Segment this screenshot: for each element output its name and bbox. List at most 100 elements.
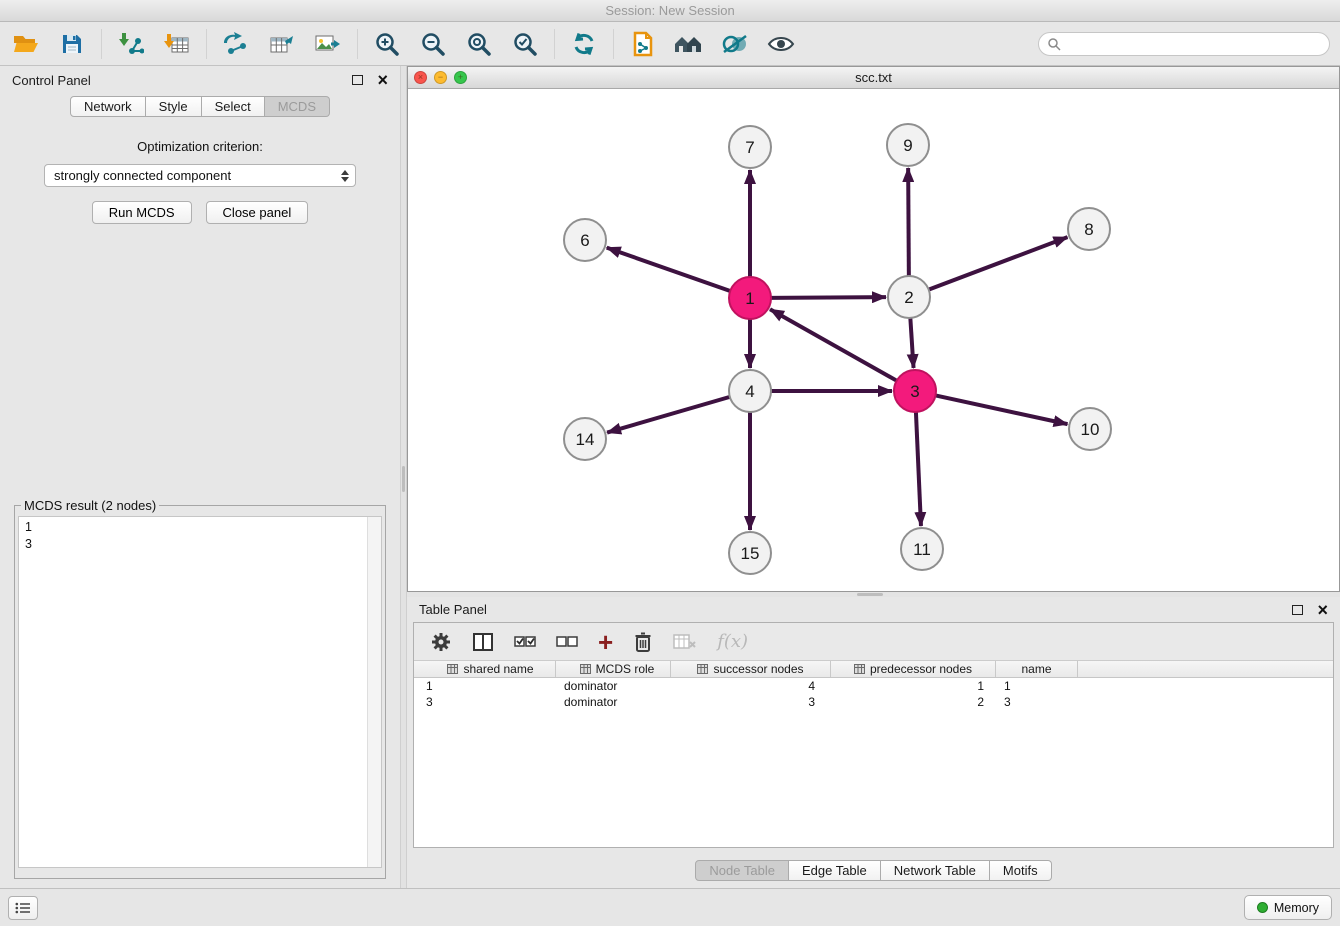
zoom-in-button[interactable]: [371, 27, 403, 61]
network-canvas[interactable]: 7 9 6 8 1 2 4 3 14 10 15 11: [408, 89, 1339, 591]
graph-node-4[interactable]: 4: [729, 370, 771, 412]
column-header-predecessor-nodes[interactable]: predecessor nodes: [831, 661, 996, 677]
graph-node-8[interactable]: 8: [1068, 208, 1110, 250]
column-icon: [854, 664, 865, 674]
tab-network[interactable]: Network: [70, 96, 146, 117]
graph-edge-3-10[interactable]: [936, 395, 1068, 424]
table-cell-shared_name[interactable]: 1: [414, 678, 556, 694]
graph-edge-3-11[interactable]: [916, 412, 921, 526]
select-all-columns-button[interactable]: [514, 628, 536, 656]
save-session-button[interactable]: [56, 27, 88, 61]
import-network-button[interactable]: [115, 27, 147, 61]
table-panel-close-button[interactable]: ×: [1317, 603, 1328, 617]
graph-edge-2-8[interactable]: [929, 237, 1068, 289]
column-header-name[interactable]: name: [996, 661, 1078, 677]
graph-node-10[interactable]: 10: [1069, 408, 1111, 450]
show-hide-details-button[interactable]: [765, 27, 797, 61]
column-header-shared-name[interactable]: shared name: [414, 661, 556, 677]
style-filter-icon: [721, 32, 749, 56]
graph-node-3[interactable]: 3: [894, 370, 936, 412]
table-cell-mcds_role[interactable]: dominator: [556, 694, 671, 710]
graph-node-6[interactable]: 6: [564, 219, 606, 261]
panel-splitter-vertical[interactable]: [400, 66, 407, 888]
zoom-out-button[interactable]: [417, 27, 449, 61]
table-cell-shared_name[interactable]: 3: [414, 694, 556, 710]
network-from-document-button[interactable]: [627, 27, 659, 61]
svg-text:7: 7: [745, 138, 754, 157]
window-title: Session: New Session: [605, 3, 734, 18]
table-cell-mcds_role[interactable]: dominator: [556, 678, 671, 694]
function-builder-button[interactable]: f(x): [717, 628, 748, 656]
table-cell-successor_nodes[interactable]: 3: [671, 694, 831, 710]
table-cell-name[interactable]: 1: [996, 678, 1078, 694]
table-panel-float-button[interactable]: [1292, 605, 1303, 615]
table-cell-predecessor_nodes[interactable]: 1: [831, 678, 996, 694]
mcds-result-item[interactable]: 3: [25, 536, 361, 553]
minimize-window-button[interactable]: −: [434, 71, 447, 84]
tab-node-table[interactable]: Node Table: [695, 860, 789, 881]
mcds-result-item[interactable]: 1: [25, 519, 361, 536]
control-panel-close-button[interactable]: ×: [377, 73, 388, 87]
unselect-all-columns-button[interactable]: [556, 628, 578, 656]
table-row[interactable]: 3dominator323: [414, 694, 1333, 710]
export-table-button[interactable]: [266, 27, 298, 61]
home-icon: [673, 32, 705, 56]
apply-layout-button[interactable]: [568, 27, 600, 61]
close-panel-button[interactable]: Close panel: [206, 201, 309, 224]
tab-select[interactable]: Select: [202, 96, 265, 117]
table-cell-name[interactable]: 3: [996, 694, 1078, 710]
close-window-button[interactable]: ×: [414, 71, 427, 84]
home-button[interactable]: [673, 27, 705, 61]
zoom-fit-button[interactable]: [463, 27, 495, 61]
table-settings-button[interactable]: [430, 628, 452, 656]
graph-node-15[interactable]: 15: [729, 532, 771, 574]
tab-style[interactable]: Style: [146, 96, 202, 117]
graph-edge-2-3[interactable]: [910, 318, 913, 368]
show-columns-button[interactable]: [472, 628, 494, 656]
graph-edge-1-6[interactable]: [607, 248, 730, 291]
graph-node-2[interactable]: 2: [888, 276, 930, 318]
create-column-button[interactable]: +: [598, 628, 613, 656]
open-file-button[interactable]: [10, 27, 42, 61]
panel-menu-button[interactable]: [8, 896, 38, 920]
graph-node-7[interactable]: 7: [729, 126, 771, 168]
search-box[interactable]: [1038, 32, 1330, 56]
criterion-dropdown[interactable]: strongly connected component: [44, 164, 356, 187]
graph-edge-3-1[interactable]: [770, 309, 897, 380]
delete-columns-button[interactable]: [633, 628, 653, 656]
status-bar: Memory: [0, 888, 1340, 926]
tab-network-table[interactable]: Network Table: [881, 860, 990, 881]
network-window-title: scc.txt: [408, 70, 1339, 85]
graph-edge-4-14[interactable]: [607, 397, 730, 433]
mcds-result-list[interactable]: 13: [19, 517, 367, 867]
memory-button[interactable]: Memory: [1244, 895, 1332, 920]
graph-node-1[interactable]: 1: [729, 277, 771, 319]
graph-node-11[interactable]: 11: [901, 528, 943, 570]
result-scrollbar[interactable]: [367, 517, 381, 867]
import-table-button[interactable]: [161, 27, 193, 61]
tab-motifs[interactable]: Motifs: [990, 860, 1052, 881]
control-panel-float-button[interactable]: [352, 75, 363, 85]
search-input[interactable]: [1066, 37, 1321, 52]
table-cell-successor_nodes[interactable]: 4: [671, 678, 831, 694]
tab-mcds[interactable]: MCDS: [265, 96, 330, 117]
tab-edge-table[interactable]: Edge Table: [789, 860, 881, 881]
graph-edge-1-2[interactable]: [771, 297, 886, 298]
maximize-window-button[interactable]: +: [454, 71, 467, 84]
graph-edge-2-9[interactable]: [908, 168, 909, 276]
export-network-button[interactable]: [220, 27, 252, 61]
network-graph[interactable]: 7 9 6 8 1 2 4 3 14 10 15 11: [408, 89, 1339, 591]
style-filter-button[interactable]: [719, 27, 751, 61]
table-cell-predecessor_nodes[interactable]: 2: [831, 694, 996, 710]
column-header-successor-nodes[interactable]: successor nodes: [671, 661, 831, 677]
run-mcds-button[interactable]: Run MCDS: [92, 201, 192, 224]
delete-table-button[interactable]: [673, 628, 697, 656]
checked-boxes-icon: [514, 634, 536, 650]
zoom-selected-button[interactable]: [509, 27, 541, 61]
export-image-button[interactable]: [312, 27, 344, 61]
eye-icon: [767, 34, 795, 54]
column-header-mcds-role[interactable]: MCDS role: [556, 661, 671, 677]
graph-node-14[interactable]: 14: [564, 418, 606, 460]
table-row[interactable]: 1dominator411: [414, 678, 1333, 694]
graph-node-9[interactable]: 9: [887, 124, 929, 166]
